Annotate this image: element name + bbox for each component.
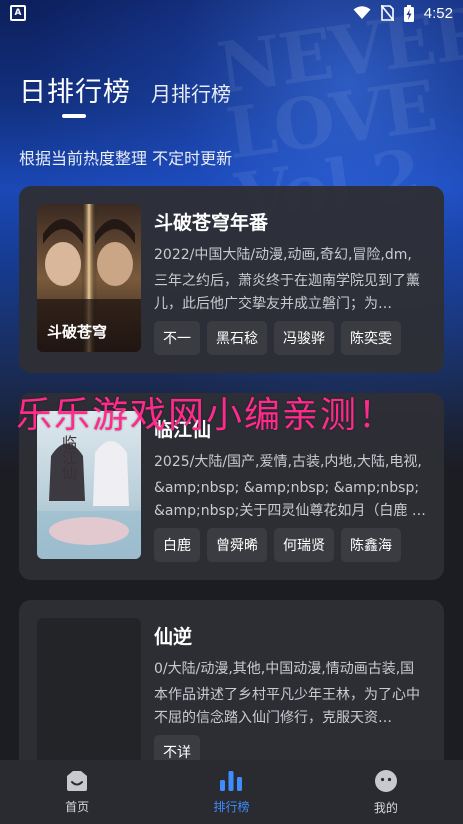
- profile-face-icon: [374, 769, 397, 792]
- poster-caption: 临江仙: [60, 435, 78, 480]
- hero-watermark-art: NEVER LOVE Vol 2: [212, 0, 463, 241]
- poster-caption: 斗破苍穹: [47, 323, 108, 341]
- tab-daily-ranking[interactable]: 日排行榜: [19, 70, 131, 109]
- nav-ranking[interactable]: 排行榜: [154, 760, 308, 824]
- card-description: 本作品讲述了乡村平凡少年王林，为了心中不屈的信念踏入仙门修行，克服天资…: [154, 687, 420, 726]
- card-meta: 0/大陆/动漫,其他,中国动漫,情动画古装,国: [154, 661, 415, 677]
- cast-tag[interactable]: 白鹿: [154, 528, 200, 562]
- cast-tags: 白鹿 曾舜晞 何瑞贤 陈鑫海: [154, 528, 401, 562]
- card-description: 三年之约后，萧炎终于在迦南学院见到了薰儿，此后他广交挚友并成立磐门；为…: [154, 273, 420, 312]
- home-face-icon: [67, 770, 88, 791]
- nav-label: 排行榜: [213, 799, 250, 814]
- bar-chart-icon: [220, 770, 243, 791]
- card-title[interactable]: 仙逆: [154, 622, 192, 649]
- card-meta: 2025/大陆/国产,爱情,古装,内地,大陆,电视,: [154, 454, 422, 470]
- ranking-subtitle: 根据当前热度整理 不定时更新: [19, 149, 233, 168]
- cast-tag[interactable]: 陈奕雯: [341, 321, 401, 355]
- nav-label: 首页: [65, 799, 90, 814]
- card-title[interactable]: 斗破苍穹年番: [154, 208, 268, 235]
- ranking-card-1[interactable]: 斗破苍穹 斗破苍穹年番 2022/中国大陆/动漫,动画,奇幻,冒险,dm, 三年…: [19, 186, 444, 373]
- cast-tag[interactable]: 黑石稔: [207, 321, 267, 355]
- cast-tag[interactable]: 不一: [154, 321, 200, 355]
- ranking-card-3[interactable]: 仙逆 0/大陆/动漫,其他,中国动漫,情动画古装,国 本作品讲述了乡村平凡少年王…: [19, 600, 444, 787]
- wifi-icon: [353, 6, 371, 19]
- poster-placeholder[interactable]: [37, 618, 141, 766]
- ranking-tabs: 日排行榜 月排行榜: [19, 70, 231, 109]
- cast-tag[interactable]: 陈鑫海: [341, 528, 401, 562]
- cast-tags: 不一 黑石稔 冯骏骅 陈奕雯: [154, 321, 401, 355]
- nav-home[interactable]: 首页: [0, 760, 154, 824]
- bottom-navigation: 首页 排行榜 我的: [0, 760, 463, 824]
- notification-icon: A: [10, 5, 26, 21]
- cast-tag[interactable]: 何瑞贤: [274, 528, 334, 562]
- card-description: &amp;nbsp; &amp;nbsp; &amp;nbsp; &amp;nb…: [154, 480, 426, 519]
- cast-tag[interactable]: 冯骏骅: [274, 321, 334, 355]
- tab-monthly-ranking[interactable]: 月排行榜: [151, 78, 231, 109]
- nav-label: 我的: [373, 800, 398, 815]
- overlay-watermark: 乐乐游戏网小编亲测！: [16, 395, 397, 436]
- poster-image[interactable]: 斗破苍穹: [37, 204, 141, 352]
- no-sim-icon: [380, 5, 394, 21]
- status-time: 4:52: [423, 4, 453, 22]
- battery-charging-icon: [403, 4, 414, 22]
- nav-profile[interactable]: 我的: [309, 760, 463, 824]
- tab-active-indicator: [62, 114, 86, 118]
- cast-tag[interactable]: 曾舜晞: [207, 528, 267, 562]
- status-bar: A 4:52: [0, 0, 463, 26]
- card-meta: 2022/中国大陆/动漫,动画,奇幻,冒险,dm,: [154, 247, 412, 263]
